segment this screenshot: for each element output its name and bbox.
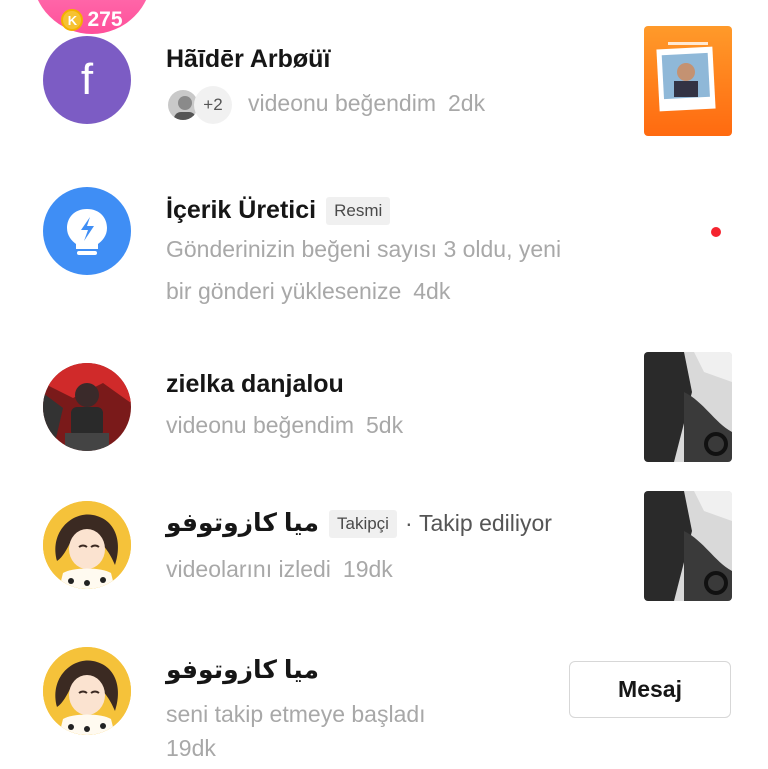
video-thumbnail[interactable] [644, 352, 732, 462]
video-thumbnail[interactable] [644, 26, 732, 136]
coin-count: 275 [87, 8, 123, 31]
user-name[interactable]: İçerik Üretici Resmi [166, 196, 391, 226]
notification-text: videonu beğendim 2dk [248, 90, 486, 116]
message-button[interactable]: Mesaj [569, 661, 731, 718]
notification-text: videonu beğendim 5dk [166, 412, 404, 438]
notification-text: Gönderinizin beğeni sayısı 3 oldu, yeni … [166, 236, 562, 304]
avatar[interactable] [43, 363, 131, 451]
extra-likers-count[interactable]: +2 [194, 86, 232, 124]
avatar[interactable] [43, 187, 131, 275]
unread-dot [711, 227, 721, 237]
coin-balance-badge[interactable]: K 275 [32, 0, 152, 34]
coin-icon: K [61, 9, 84, 31]
notification-text: videolarını izledi 19dk [166, 556, 393, 582]
user-name[interactable]: Hãīdēr Arbøüï [166, 45, 330, 74]
avatar[interactable]: f [43, 36, 131, 124]
avatar[interactable] [43, 647, 131, 735]
follower-tag: Takipçi [328, 510, 397, 539]
user-name[interactable]: zielka danjalou [166, 370, 344, 399]
user-name[interactable]: ميا كازوتوفو Takipçi · Takip ediliyor [166, 508, 552, 539]
lightbulb-icon [67, 209, 107, 255]
facebook-icon: f [80, 55, 94, 104]
video-thumbnail[interactable] [644, 491, 732, 601]
official-tag: Resmi [326, 197, 391, 226]
user-name[interactable]: ميا كازوتوفو [166, 655, 319, 685]
avatar[interactable] [43, 501, 131, 589]
follow-status: · Takip ediliyor [404, 510, 552, 536]
notification-text: seni takip etmeye başladı 19dk [166, 701, 426, 761]
